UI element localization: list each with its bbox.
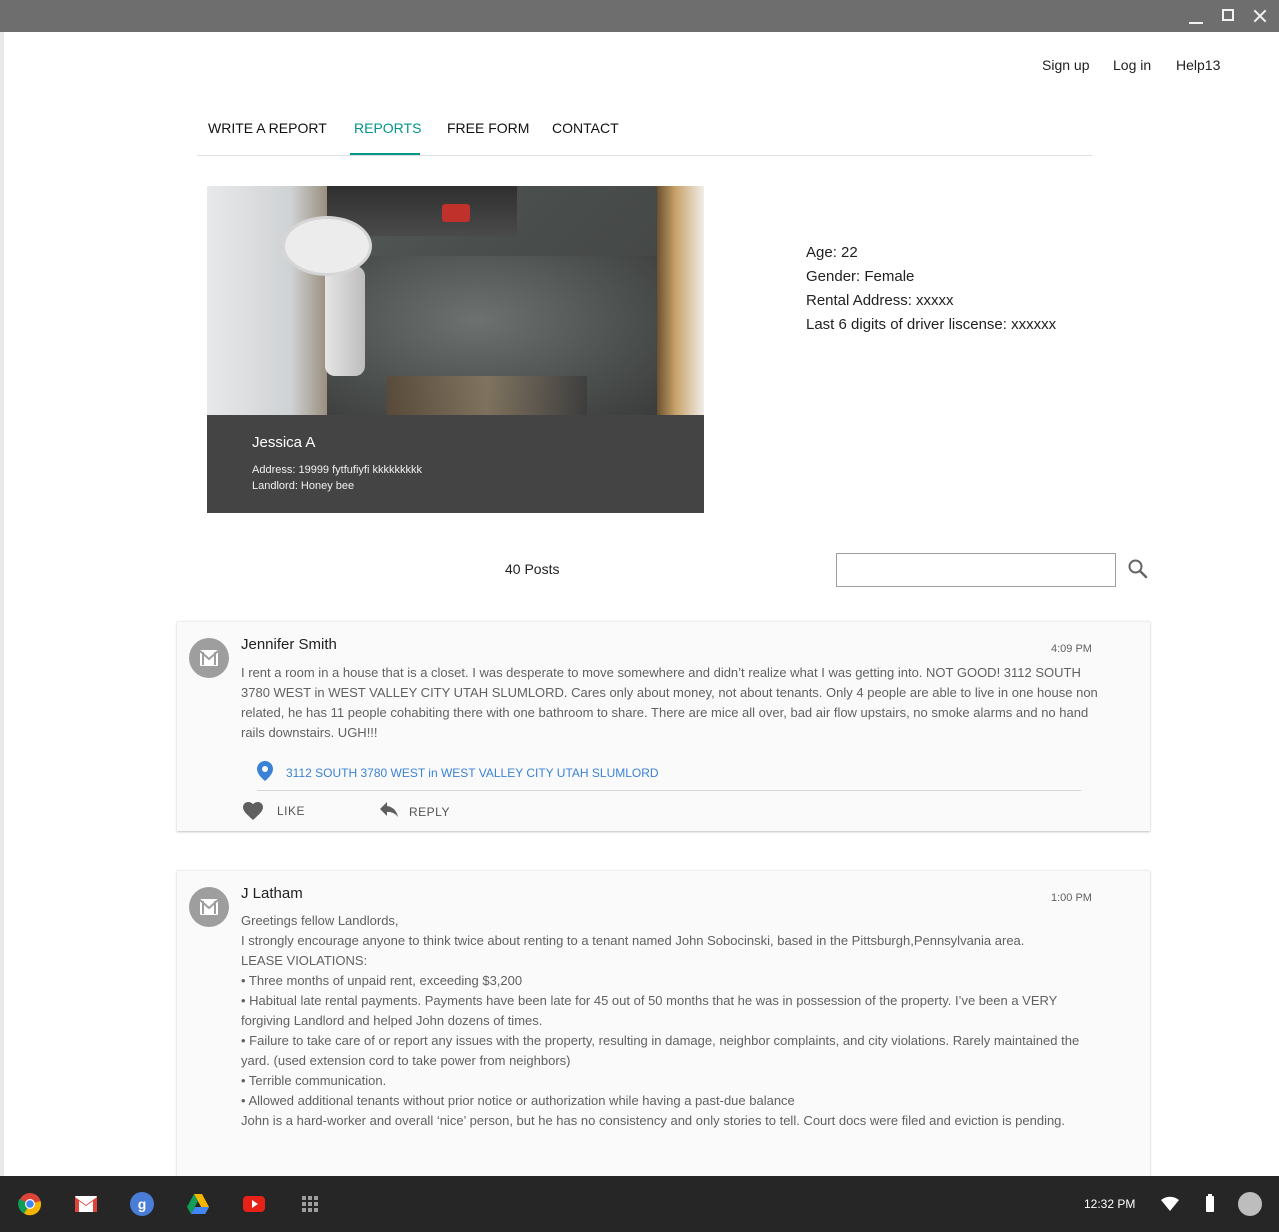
post-body: Greetings fellow Landlords, I strongly e… [241, 911, 1101, 1131]
os-taskbar: g 12:32 PM [0, 1176, 1279, 1232]
active-tab-indicator [350, 153, 420, 155]
help-link[interactable]: Help13 [1176, 57, 1220, 75]
google-plus-icon[interactable]: g [130, 1192, 154, 1216]
post-body-line: • Three months of unpaid rent, exceeding… [241, 973, 523, 988]
tab-reports[interactable]: REPORTS [354, 120, 421, 136]
post-time: 1:00 PM [1051, 892, 1092, 904]
rental-photo [207, 186, 704, 415]
location-pin-icon [257, 761, 273, 781]
gmail-icon[interactable] [74, 1192, 98, 1216]
heart-icon [243, 802, 263, 820]
youtube-icon[interactable] [242, 1192, 266, 1216]
profile-details: Age: 22 Gender: Female Rental Address: x… [806, 244, 1056, 340]
search-icon[interactable] [1126, 557, 1150, 581]
profile-name: Jessica A [252, 434, 316, 451]
post-author: J Latham [241, 885, 303, 902]
wifi-icon[interactable] [1161, 1196, 1179, 1217]
reply-icon [380, 802, 398, 817]
profile-address: Address: 19999 fytfufiyfi kkkkkkkkk [252, 464, 422, 476]
post-body-line: • Allowed additional tenants without pri… [241, 1093, 795, 1108]
window-left-edge [0, 32, 4, 1176]
detail-gender: Gender: Female [806, 268, 915, 285]
detail-rental-address: Rental Address: xxxxx [806, 292, 954, 309]
mail-icon [199, 650, 219, 666]
post-card: Jennifer Smith 4:09 PM I rent a room in … [177, 621, 1150, 831]
post-location-link[interactable]: 3112 SOUTH 3780 WEST in WEST VALLEY CITY… [257, 761, 1081, 791]
profile-landlord: Landlord: Honey bee [252, 480, 355, 492]
avatar[interactable] [189, 638, 229, 678]
location-text: 3112 SOUTH 3780 WEST in WEST VALLEY CITY… [286, 766, 659, 780]
battery-icon[interactable] [1206, 1194, 1214, 1217]
tab-contact[interactable]: CONTACT [552, 120, 619, 136]
post-body-paragraph: I rent a room in a house that is a close… [241, 665, 1098, 740]
tab-write-a-report[interactable]: WRITE A REPORT [208, 120, 327, 136]
post-body-line: • Habitual late rental payments. Payment… [241, 993, 1058, 1028]
detail-age: Age: 22 [806, 244, 858, 261]
app-launcher-icon[interactable] [298, 1192, 322, 1216]
post-author: Jennifer Smith [241, 636, 337, 653]
window-title-bar [0, 0, 1279, 32]
post-count: 40 Posts [505, 561, 560, 577]
post-body-line: Greetings fellow Landlords, [241, 913, 399, 928]
system-clock[interactable]: 12:32 PM [1084, 1197, 1135, 1211]
post-card: J Latham 1:00 PM Greetings fellow Landlo… [177, 870, 1150, 1190]
drive-icon[interactable] [186, 1192, 210, 1216]
profile-card: Jessica A Address: 19999 fytfufiyfi kkkk… [207, 186, 704, 513]
log-in-link[interactable]: Log in [1113, 57, 1151, 75]
account-avatar-icon[interactable] [1238, 1192, 1262, 1216]
maximize-icon[interactable] [1217, 6, 1239, 26]
main-nav: WRITE A REPORT REPORTS FREE FORM CONTACT [197, 100, 1092, 156]
sign-up-link[interactable]: Sign up [1042, 57, 1089, 75]
mail-icon [199, 899, 219, 915]
post-body: I rent a room in a house that is a close… [241, 663, 1101, 743]
search-input[interactable] [836, 553, 1116, 587]
minimize-icon[interactable] [1185, 6, 1207, 26]
avatar[interactable] [189, 887, 229, 927]
close-icon[interactable] [1249, 6, 1271, 26]
post-body-line: I strongly encourage anyone to think twi… [241, 933, 1025, 948]
post-body-line: • Terrible communication. [241, 1073, 387, 1088]
detail-license: Last 6 digits of driver liscense: xxxxxx [806, 316, 1057, 333]
post-body-line: • Failure to take care of or report any … [241, 1033, 1080, 1068]
chrome-icon[interactable] [18, 1192, 42, 1216]
post-body-line: John is a hard-worker and overall ‘nice’… [241, 1113, 1066, 1128]
post-time: 4:09 PM [1051, 643, 1092, 655]
svg-text:g: g [138, 1196, 147, 1212]
post-body-line: LEASE VIOLATIONS: [241, 953, 368, 968]
tab-free-form[interactable]: FREE FORM [447, 120, 529, 136]
